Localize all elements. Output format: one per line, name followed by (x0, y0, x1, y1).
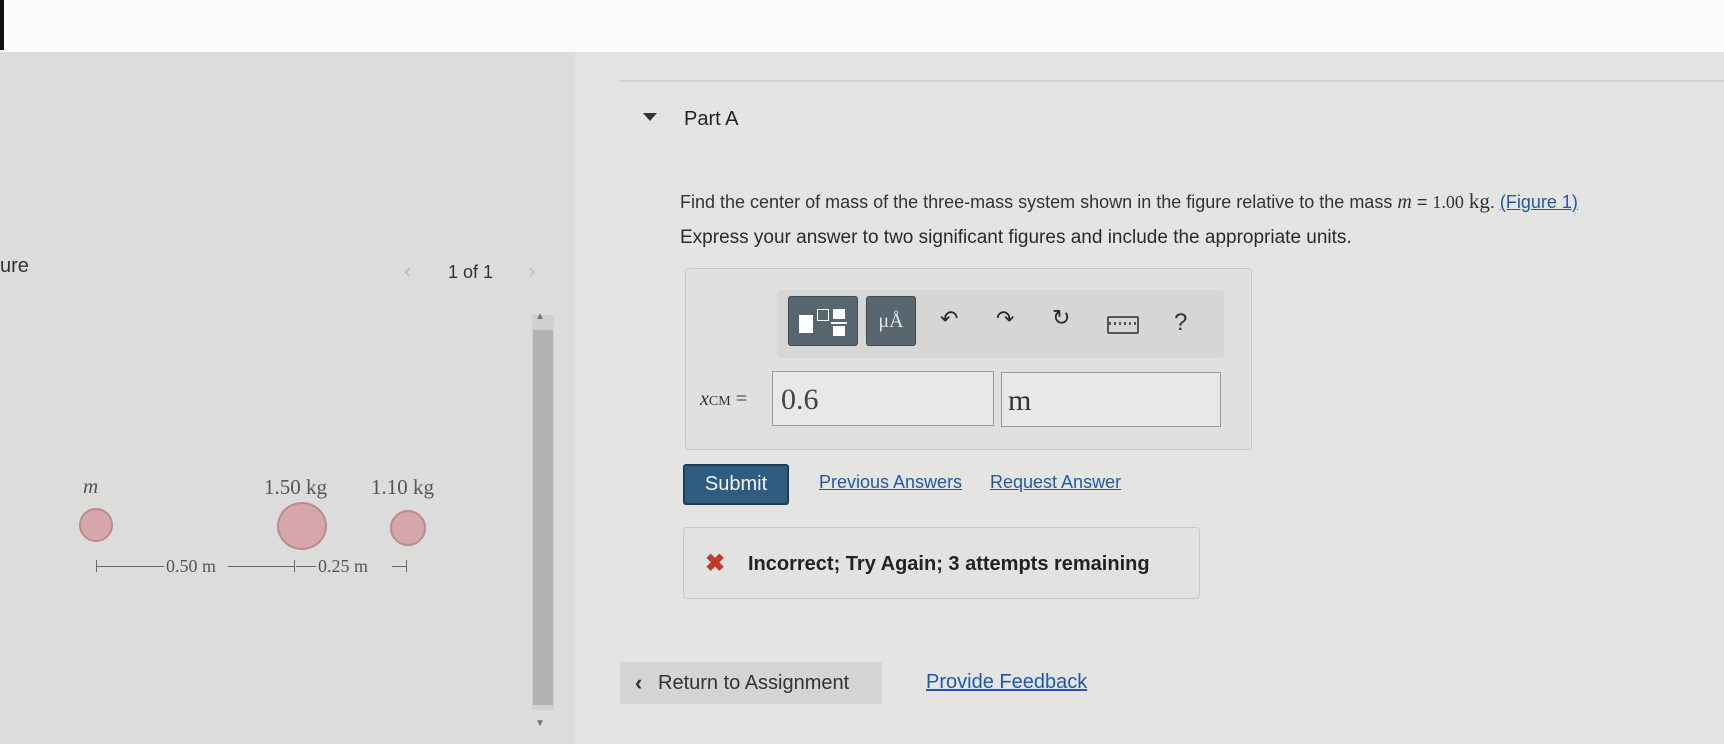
request-answer-link[interactable]: Request Answer (990, 472, 1121, 493)
templates-icon-part (833, 326, 845, 336)
answer-variable-subscript: CM (708, 394, 731, 409)
distance-label-1: 0.50 m (166, 556, 217, 576)
instruction-text: Express your answer to two significant f… (680, 227, 1352, 248)
undo-icon[interactable]: ↶ (940, 306, 958, 332)
figure-scrollbar-thumb[interactable] (533, 330, 553, 705)
templates-icon-part (833, 309, 845, 319)
mass-ball-1 (277, 502, 327, 550)
top-bar-marker (0, 0, 4, 50)
question-variable: m (1397, 191, 1412, 213)
question-separator: . (1489, 192, 1495, 212)
dimension-line (96, 566, 164, 567)
dimension-tick (406, 560, 407, 572)
dimension-line (392, 566, 406, 567)
mass-label-m: m (83, 474, 99, 498)
answer-variable: x (700, 388, 709, 410)
question-unit: kg (1468, 189, 1490, 213)
reset-icon[interactable]: ↻ (1052, 305, 1070, 331)
chevron-left-icon: ‹ (635, 670, 643, 695)
dimension-line (228, 566, 294, 567)
next-figure-button[interactable]: › (528, 258, 535, 284)
mass-label-1: 1.50 kg (264, 475, 327, 499)
submit-button[interactable]: Submit (683, 464, 789, 505)
dimension-line (296, 566, 316, 567)
help-button[interactable]: ? (1174, 309, 1187, 337)
question-value: 1.00 (1432, 192, 1464, 212)
previous-answers-link[interactable]: Previous Answers (819, 472, 962, 493)
figure-link[interactable]: (Figure 1) (1500, 192, 1578, 212)
templates-icon-part (817, 309, 829, 321)
redo-icon[interactable]: ↷ (996, 306, 1014, 332)
distance-label-2: 0.25 m (318, 556, 369, 576)
answer-variable-label: xCM = (700, 388, 747, 411)
figure-pager-count: 1 of 1 (448, 262, 494, 282)
keyboard-icon[interactable] (1107, 316, 1139, 334)
question-text: Find the center of mass of the three-mas… (680, 189, 1578, 214)
answer-equals: = (735, 388, 747, 410)
figure-panel-title: ure (0, 255, 29, 277)
templates-button[interactable] (788, 296, 858, 346)
question-body: Find the center of mass of the three-mas… (680, 192, 1393, 212)
mass-ball-m (79, 508, 113, 542)
templates-icon (799, 315, 813, 333)
units-button[interactable]: μÅ (866, 296, 916, 346)
question-equals: = (1416, 192, 1428, 212)
feedback-message: Incorrect; Try Again; 3 attempts remaini… (748, 553, 1150, 575)
scroll-up-arrow-icon[interactable]: ▲ (535, 311, 545, 322)
divider (620, 80, 1724, 82)
mass-ball-2 (390, 510, 426, 546)
dimension-tick (294, 560, 295, 572)
templates-icon-part (831, 322, 847, 324)
prev-figure-button[interactable]: ‹ (404, 258, 411, 284)
answer-value-input[interactable]: 0.6 (772, 371, 994, 426)
answer-unit-input[interactable]: m (1001, 372, 1221, 427)
return-to-assignment-button[interactable]: ‹ Return to Assignment (620, 662, 882, 704)
figure-panel (0, 52, 575, 744)
collapse-caret-icon[interactable] (643, 113, 657, 121)
part-title: Part A (684, 108, 739, 130)
return-label: Return to Assignment (658, 672, 850, 694)
top-bar (0, 0, 1724, 52)
provide-feedback-link[interactable]: Provide Feedback (926, 671, 1087, 694)
scroll-down-arrow-icon[interactable]: ▼ (535, 718, 545, 729)
incorrect-icon: ✖ (705, 550, 726, 577)
mass-label-2: 1.10 kg (371, 475, 434, 499)
